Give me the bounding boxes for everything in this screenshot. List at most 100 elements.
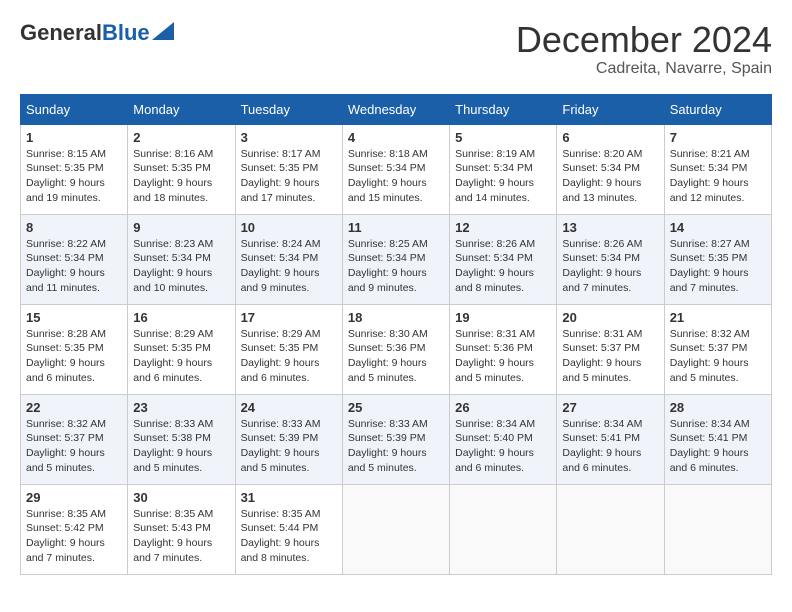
calendar-cell	[342, 484, 449, 574]
calendar-cell: 18 Sunrise: 8:30 AMSunset: 5:36 PMDaylig…	[342, 304, 449, 394]
header-monday: Monday	[128, 94, 235, 124]
calendar-cell: 21 Sunrise: 8:32 AMSunset: 5:37 PMDaylig…	[664, 304, 771, 394]
header-sunday: Sunday	[21, 94, 128, 124]
day-number: 22	[26, 400, 122, 415]
logo: General Blue	[20, 20, 174, 46]
day-info: Sunrise: 8:32 AMSunset: 5:37 PMDaylight:…	[670, 328, 750, 384]
calendar-cell: 13 Sunrise: 8:26 AMSunset: 5:34 PMDaylig…	[557, 214, 664, 304]
day-number: 18	[348, 310, 444, 325]
calendar-row: 29 Sunrise: 8:35 AMSunset: 5:42 PMDaylig…	[21, 484, 772, 574]
day-number: 24	[241, 400, 337, 415]
day-number: 13	[562, 220, 658, 235]
day-info: Sunrise: 8:20 AMSunset: 5:34 PMDaylight:…	[562, 148, 642, 204]
logo-general-text: General	[20, 20, 102, 46]
day-info: Sunrise: 8:34 AMSunset: 5:41 PMDaylight:…	[562, 418, 642, 474]
day-number: 21	[670, 310, 766, 325]
day-info: Sunrise: 8:34 AMSunset: 5:41 PMDaylight:…	[670, 418, 750, 474]
calendar-cell: 19 Sunrise: 8:31 AMSunset: 5:36 PMDaylig…	[450, 304, 557, 394]
day-number: 6	[562, 130, 658, 145]
day-info: Sunrise: 8:16 AMSunset: 5:35 PMDaylight:…	[133, 148, 213, 204]
calendar-cell: 2 Sunrise: 8:16 AMSunset: 5:35 PMDayligh…	[128, 124, 235, 214]
title-area: December 2024 Cadreita, Navarre, Spain	[516, 20, 772, 78]
calendar-cell: 6 Sunrise: 8:20 AMSunset: 5:34 PMDayligh…	[557, 124, 664, 214]
logo-name: General Blue	[20, 20, 174, 46]
calendar-cell: 3 Sunrise: 8:17 AMSunset: 5:35 PMDayligh…	[235, 124, 342, 214]
day-info: Sunrise: 8:31 AMSunset: 5:36 PMDaylight:…	[455, 328, 535, 384]
calendar-cell: 10 Sunrise: 8:24 AMSunset: 5:34 PMDaylig…	[235, 214, 342, 304]
day-info: Sunrise: 8:32 AMSunset: 5:37 PMDaylight:…	[26, 418, 106, 474]
calendar-cell: 16 Sunrise: 8:29 AMSunset: 5:35 PMDaylig…	[128, 304, 235, 394]
calendar-header: Sunday Monday Tuesday Wednesday Thursday…	[21, 94, 772, 124]
day-number: 20	[562, 310, 658, 325]
calendar-row: 1 Sunrise: 8:15 AMSunset: 5:35 PMDayligh…	[21, 124, 772, 214]
day-number: 4	[348, 130, 444, 145]
day-number: 11	[348, 220, 444, 235]
day-number: 23	[133, 400, 229, 415]
day-number: 19	[455, 310, 551, 325]
calendar-cell: 20 Sunrise: 8:31 AMSunset: 5:37 PMDaylig…	[557, 304, 664, 394]
day-info: Sunrise: 8:29 AMSunset: 5:35 PMDaylight:…	[241, 328, 321, 384]
day-number: 1	[26, 130, 122, 145]
day-info: Sunrise: 8:30 AMSunset: 5:36 PMDaylight:…	[348, 328, 428, 384]
day-info: Sunrise: 8:33 AMSunset: 5:39 PMDaylight:…	[348, 418, 428, 474]
calendar-cell	[664, 484, 771, 574]
calendar-row: 8 Sunrise: 8:22 AMSunset: 5:34 PMDayligh…	[21, 214, 772, 304]
day-number: 26	[455, 400, 551, 415]
calendar-cell: 14 Sunrise: 8:27 AMSunset: 5:35 PMDaylig…	[664, 214, 771, 304]
calendar-cell: 7 Sunrise: 8:21 AMSunset: 5:34 PMDayligh…	[664, 124, 771, 214]
day-info: Sunrise: 8:19 AMSunset: 5:34 PMDaylight:…	[455, 148, 535, 204]
day-info: Sunrise: 8:28 AMSunset: 5:35 PMDaylight:…	[26, 328, 106, 384]
day-info: Sunrise: 8:29 AMSunset: 5:35 PMDaylight:…	[133, 328, 213, 384]
calendar-cell: 15 Sunrise: 8:28 AMSunset: 5:35 PMDaylig…	[21, 304, 128, 394]
header-tuesday: Tuesday	[235, 94, 342, 124]
day-number: 3	[241, 130, 337, 145]
day-info: Sunrise: 8:33 AMSunset: 5:39 PMDaylight:…	[241, 418, 321, 474]
calendar-cell: 11 Sunrise: 8:25 AMSunset: 5:34 PMDaylig…	[342, 214, 449, 304]
day-number: 27	[562, 400, 658, 415]
calendar-cell: 17 Sunrise: 8:29 AMSunset: 5:35 PMDaylig…	[235, 304, 342, 394]
calendar-cell: 27 Sunrise: 8:34 AMSunset: 5:41 PMDaylig…	[557, 394, 664, 484]
day-number: 29	[26, 490, 122, 505]
day-number: 9	[133, 220, 229, 235]
calendar-cell: 22 Sunrise: 8:32 AMSunset: 5:37 PMDaylig…	[21, 394, 128, 484]
day-info: Sunrise: 8:24 AMSunset: 5:34 PMDaylight:…	[241, 238, 321, 294]
calendar-cell: 8 Sunrise: 8:22 AMSunset: 5:34 PMDayligh…	[21, 214, 128, 304]
calendar-cell: 31 Sunrise: 8:35 AMSunset: 5:44 PMDaylig…	[235, 484, 342, 574]
day-info: Sunrise: 8:31 AMSunset: 5:37 PMDaylight:…	[562, 328, 642, 384]
day-number: 25	[348, 400, 444, 415]
day-info: Sunrise: 8:23 AMSunset: 5:34 PMDaylight:…	[133, 238, 213, 294]
day-number: 31	[241, 490, 337, 505]
day-number: 16	[133, 310, 229, 325]
calendar-table: Sunday Monday Tuesday Wednesday Thursday…	[20, 94, 772, 575]
header-friday: Friday	[557, 94, 664, 124]
calendar-row: 22 Sunrise: 8:32 AMSunset: 5:37 PMDaylig…	[21, 394, 772, 484]
header-saturday: Saturday	[664, 94, 771, 124]
day-number: 14	[670, 220, 766, 235]
calendar-cell: 26 Sunrise: 8:34 AMSunset: 5:40 PMDaylig…	[450, 394, 557, 484]
calendar-cell: 1 Sunrise: 8:15 AMSunset: 5:35 PMDayligh…	[21, 124, 128, 214]
logo-blue-text: Blue	[102, 20, 150, 46]
day-number: 2	[133, 130, 229, 145]
day-info: Sunrise: 8:18 AMSunset: 5:34 PMDaylight:…	[348, 148, 428, 204]
day-info: Sunrise: 8:34 AMSunset: 5:40 PMDaylight:…	[455, 418, 535, 474]
calendar-cell: 28 Sunrise: 8:34 AMSunset: 5:41 PMDaylig…	[664, 394, 771, 484]
calendar-cell	[450, 484, 557, 574]
day-info: Sunrise: 8:22 AMSunset: 5:34 PMDaylight:…	[26, 238, 106, 294]
month-title: December 2024	[516, 20, 772, 60]
calendar-cell: 5 Sunrise: 8:19 AMSunset: 5:34 PMDayligh…	[450, 124, 557, 214]
calendar-cell: 30 Sunrise: 8:35 AMSunset: 5:43 PMDaylig…	[128, 484, 235, 574]
day-info: Sunrise: 8:35 AMSunset: 5:42 PMDaylight:…	[26, 508, 106, 564]
calendar-cell: 23 Sunrise: 8:33 AMSunset: 5:38 PMDaylig…	[128, 394, 235, 484]
day-info: Sunrise: 8:26 AMSunset: 5:34 PMDaylight:…	[562, 238, 642, 294]
day-number: 28	[670, 400, 766, 415]
day-info: Sunrise: 8:25 AMSunset: 5:34 PMDaylight:…	[348, 238, 428, 294]
day-number: 7	[670, 130, 766, 145]
header-thursday: Thursday	[450, 94, 557, 124]
calendar-cell: 12 Sunrise: 8:26 AMSunset: 5:34 PMDaylig…	[450, 214, 557, 304]
calendar-row: 15 Sunrise: 8:28 AMSunset: 5:35 PMDaylig…	[21, 304, 772, 394]
day-info: Sunrise: 8:27 AMSunset: 5:35 PMDaylight:…	[670, 238, 750, 294]
day-number: 8	[26, 220, 122, 235]
day-info: Sunrise: 8:35 AMSunset: 5:44 PMDaylight:…	[241, 508, 321, 564]
logo-arrow-icon	[152, 22, 174, 40]
day-info: Sunrise: 8:35 AMSunset: 5:43 PMDaylight:…	[133, 508, 213, 564]
